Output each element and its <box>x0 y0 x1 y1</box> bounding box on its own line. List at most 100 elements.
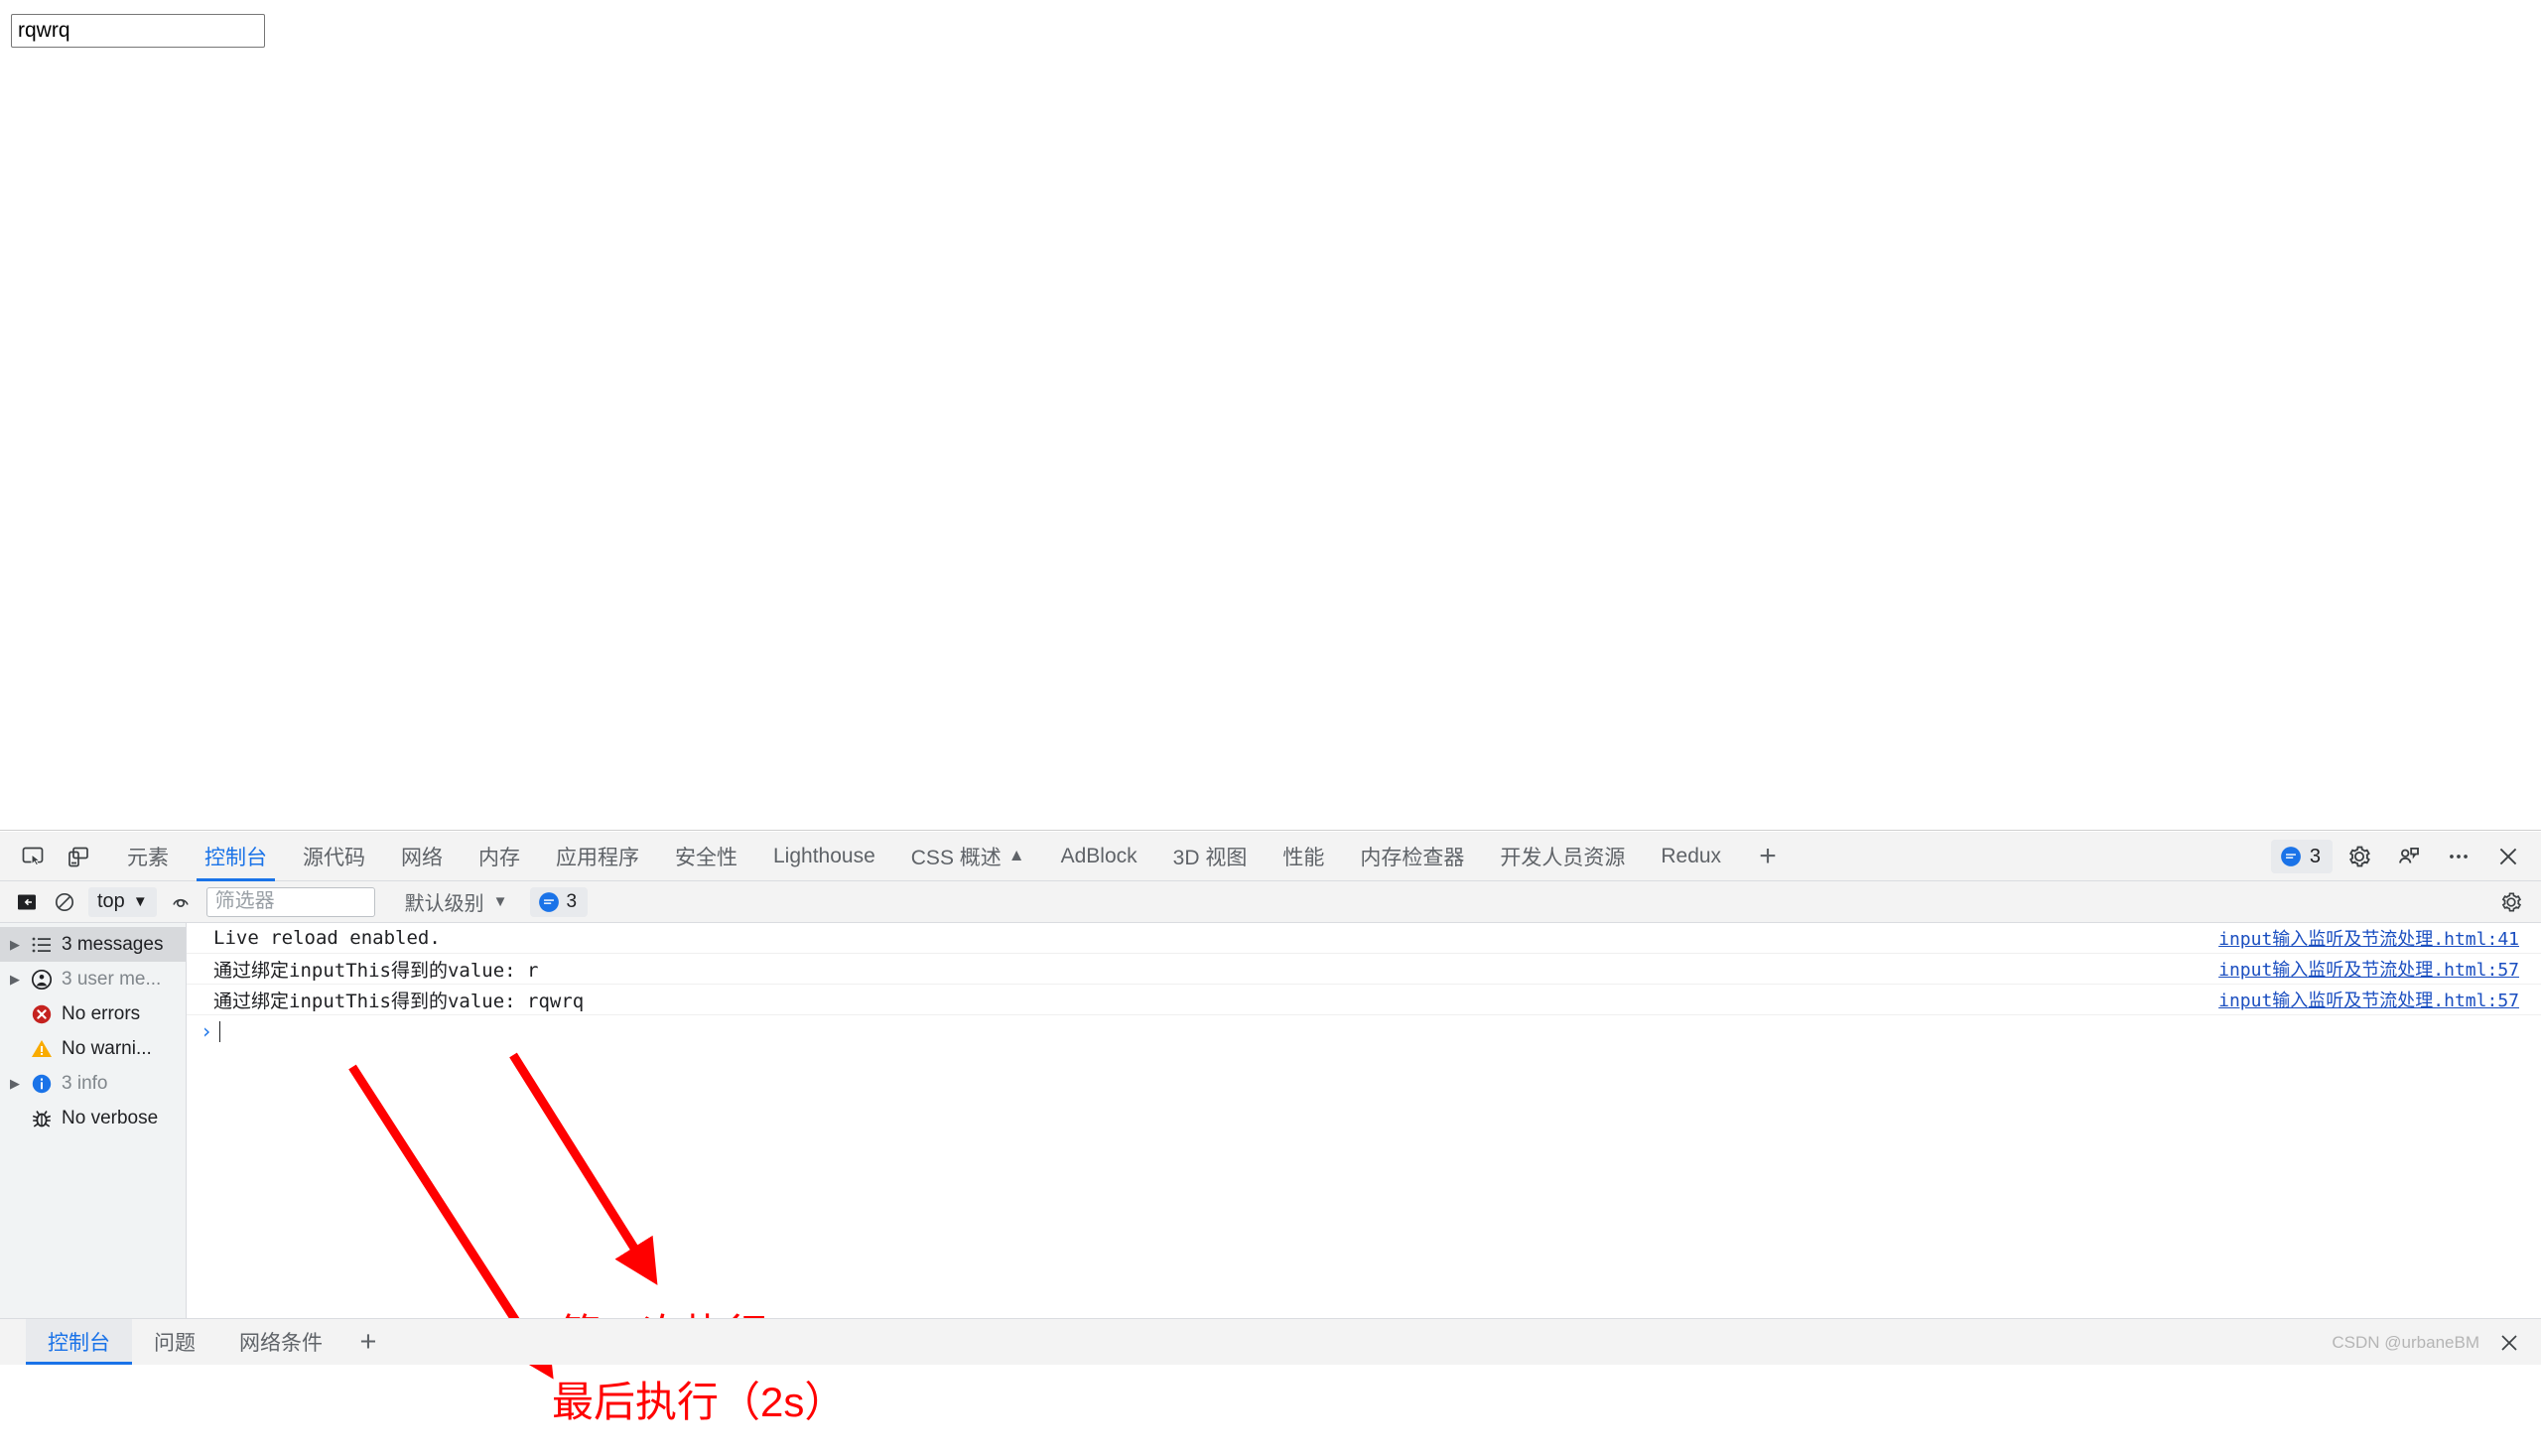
issues-count-badge[interactable]: 3 <box>529 886 589 917</box>
tab-label: 开发人员资源 <box>1500 846 1626 869</box>
clear-console-icon[interactable] <box>47 884 82 920</box>
close-icon[interactable] <box>2485 834 2531 879</box>
console-sidebar-label: 3 info <box>62 1072 108 1094</box>
drawer-tab-label: 控制台 <box>48 1332 110 1355</box>
console-sidebar: ▶ 3 messages ▶ 3 user me... No errors No warn… <box>0 923 187 1318</box>
tab-label: 应用程序 <box>556 846 639 869</box>
log-level-select[interactable]: 默认级别 ▼ <box>399 887 514 917</box>
user-message-icon <box>26 968 58 992</box>
console-message-text: 通过绑定inputThis得到的value: r <box>213 959 539 982</box>
more-options-icon[interactable] <box>2436 834 2481 879</box>
add-panel-button[interactable]: + <box>1745 834 1791 879</box>
tab-内存[interactable]: 内存 <box>461 832 538 881</box>
tab-label: 元素 <box>127 846 169 869</box>
console-sidebar-item-3[interactable]: No warni... <box>0 1031 186 1066</box>
tab-label: CSS 概述 <box>910 846 1002 869</box>
console-message-row: 通过绑定inputThis得到的value: r input输入监听及节流处理.h… <box>187 954 2541 985</box>
console-message-source-link[interactable]: input输入监听及节流处理.html:57 <box>2218 987 2519 1012</box>
drawer-tab-控制台[interactable]: 控制台 <box>26 1319 132 1365</box>
console-message-list: Live reload enabled. input输入监听及节流处理.html:… <box>187 923 2541 1318</box>
tab-AdBlock[interactable]: AdBlock <box>1043 832 1155 881</box>
drawer-add-tab-button[interactable]: + <box>344 1319 392 1365</box>
execution-context-value: top <box>97 890 125 912</box>
devtools-tabstrip: 元素 控制台 源代码 网络 内存 应用程序 安全性 Lighthouse CSS 概述 ▲ AdBl… <box>0 832 2541 881</box>
console-sidebar-item-2[interactable]: No errors <box>0 996 186 1031</box>
console-message-source-link[interactable]: input输入监听及节流处理.html:57 <box>2218 956 2519 982</box>
tab-label: 安全性 <box>675 846 737 869</box>
inspect-element-icon[interactable] <box>10 834 56 879</box>
console-filter-input[interactable] <box>205 886 375 917</box>
list-icon <box>26 933 58 957</box>
drawer-tab-label: 网络条件 <box>239 1332 323 1355</box>
tab-Redux[interactable]: Redux <box>1643 832 1739 881</box>
prompt-cursor <box>219 1020 221 1042</box>
tab-3D 视图[interactable]: 3D 视图 <box>1155 832 1266 881</box>
console-body: ▶ 3 messages ▶ 3 user me... No errors No warn… <box>0 923 2541 1425</box>
console-sidebar-label: No errors <box>62 1002 141 1024</box>
devtools-tab-list: 元素 控制台 源代码 网络 内存 应用程序 安全性 Lighthouse CSS 概述 ▲ AdBl… <box>109 832 1739 881</box>
tab-应用程序[interactable]: 应用程序 <box>538 832 657 881</box>
console-sidebar-toggle-icon[interactable] <box>9 884 45 920</box>
experiment-flask-icon: ▲ <box>1007 845 1025 864</box>
console-sidebar-item-0[interactable]: ▶ 3 messages <box>0 927 186 962</box>
console-sidebar-label: 3 messages <box>62 933 164 955</box>
issues-count: 3 <box>566 890 578 912</box>
close-icon[interactable] <box>2491 1325 2527 1361</box>
tab-Lighthouse[interactable]: Lighthouse <box>755 832 893 881</box>
tab-label: 源代码 <box>303 846 365 869</box>
console-prompt[interactable]: › <box>187 1015 2541 1047</box>
tab-label: Lighthouse <box>773 844 875 867</box>
speech-bubble-icon <box>2280 847 2301 866</box>
tab-源代码[interactable]: 源代码 <box>285 832 383 881</box>
expand-arrow-icon[interactable]: ▶ <box>4 1076 26 1092</box>
console-sidebar-label: No warni... <box>62 1037 152 1059</box>
message-count: 3 <box>2309 845 2321 867</box>
console-sidebar-label: No verbose <box>62 1107 159 1128</box>
drawer-tab-问题[interactable]: 问题 <box>132 1319 217 1365</box>
devtools-panel: 元素 控制台 源代码 网络 内存 应用程序 安全性 Lighthouse CSS 概述 ▲ AdBl… <box>0 832 2541 1425</box>
live-expression-icon[interactable] <box>163 884 199 920</box>
tab-安全性[interactable]: 安全性 <box>657 832 755 881</box>
tab-内存检查器[interactable]: 内存检查器 <box>1342 832 1482 881</box>
drawer-tab-网络条件[interactable]: 网络条件 <box>217 1319 344 1365</box>
text-input[interactable] <box>11 14 265 48</box>
device-toolbar-icon[interactable] <box>56 834 101 879</box>
tab-性能[interactable]: 性能 <box>1265 832 1342 881</box>
tab-label: AdBlock <box>1060 844 1137 867</box>
console-sidebar-label: 3 user me... <box>62 968 162 990</box>
console-filter-toolbar: top ▼ 默认级别 ▼ 3 <box>0 881 2541 923</box>
console-message-text: 通过绑定inputThis得到的value: rqwrq <box>213 990 585 1012</box>
console-message-row: Live reload enabled. input输入监听及节流处理.html:… <box>187 923 2541 954</box>
speech-bubble-icon <box>538 891 559 912</box>
tab-元素[interactable]: 元素 <box>109 832 187 881</box>
tab-label: 控制台 <box>204 846 267 869</box>
console-toolbar-actions <box>2493 881 2529 923</box>
message-count-badge[interactable]: 3 <box>2270 840 2333 873</box>
tab-开发人员资源[interactable]: 开发人员资源 <box>1482 832 1643 881</box>
warning-icon <box>26 1037 58 1061</box>
console-sidebar-item-1[interactable]: ▶ 3 user me... <box>0 962 186 996</box>
tab-label: 性能 <box>1282 846 1325 869</box>
tab-CSS 概述[interactable]: CSS 概述 ▲ <box>893 832 1043 881</box>
tab-label: 内存 <box>478 846 520 869</box>
gear-icon[interactable] <box>2493 884 2529 920</box>
drawer-actions: CSDN @urbaneBM <box>2332 1319 2527 1366</box>
console-message-source-link[interactable]: input输入监听及节流处理.html:41 <box>2218 925 2519 951</box>
tab-label: Redux <box>1661 844 1722 867</box>
tab-控制台[interactable]: 控制台 <box>187 832 285 881</box>
execution-context-select[interactable]: top ▼ <box>88 886 157 917</box>
gear-icon[interactable] <box>2337 834 2382 879</box>
console-message-text: Live reload enabled. <box>213 927 441 949</box>
tab-网络[interactable]: 网络 <box>383 832 461 881</box>
console-message-row: 通过绑定inputThis得到的value: rqwrq input输入监听及节流… <box>187 985 2541 1015</box>
last-execution-annotation: 最后执行（2s） <box>552 1379 847 1425</box>
expand-arrow-icon[interactable]: ▶ <box>4 972 26 988</box>
drawer-tabstrip: 控制台 问题 网络条件 + CSDN @urbaneBM <box>0 1318 2541 1365</box>
expand-arrow-icon[interactable]: ▶ <box>4 937 26 953</box>
console-sidebar-item-4[interactable]: ▶ 3 info <box>0 1066 186 1101</box>
devtools-layout-icon[interactable] <box>2386 834 2432 879</box>
verbose-bug-icon <box>26 1107 58 1130</box>
log-level-label: 默认级别 <box>404 893 484 915</box>
tab-label: 内存检查器 <box>1360 846 1465 869</box>
console-sidebar-item-5[interactable]: No verbose <box>0 1101 186 1135</box>
